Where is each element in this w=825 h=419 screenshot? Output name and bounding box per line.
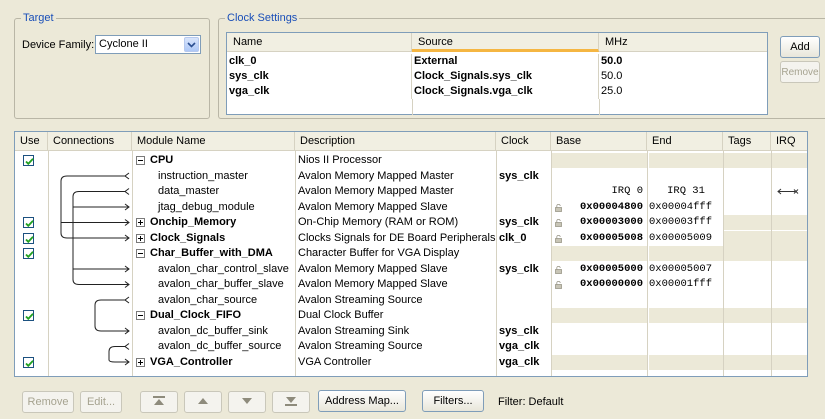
module-table: Use Connections Module Name Description … <box>14 131 808 377</box>
remove-clock-button[interactable]: Remove <box>780 61 820 83</box>
clock-source: External <box>412 54 599 69</box>
move-down-button[interactable] <box>228 391 266 413</box>
move-to-bottom-icon <box>284 396 298 409</box>
clock-col-source[interactable]: Source <box>412 33 599 52</box>
edit-module-button[interactable]: Edit... <box>80 391 122 413</box>
clock-source: Clock_Signals.sys_clk <box>412 69 599 84</box>
clock-mhz: 50.0 <box>601 55 623 67</box>
clock-col-name[interactable]: Name <box>227 33 412 52</box>
chevron-down-icon[interactable] <box>184 37 199 52</box>
address-map-button[interactable]: Address Map... <box>318 390 406 412</box>
move-to-top-icon <box>152 395 166 409</box>
device-family-select[interactable]: Cyclone II <box>95 35 201 54</box>
clock-name: vga_clk <box>227 84 412 99</box>
clock-mhz: 25.0 <box>601 85 623 97</box>
stream-connection <box>94 299 129 332</box>
remove-module-button[interactable]: Remove <box>22 391 74 413</box>
clock-row[interactable]: clk_0 External 50.0 <box>227 54 767 69</box>
move-to-top-button[interactable] <box>140 391 178 413</box>
master-port-mark <box>124 343 130 350</box>
connections-graph <box>60 172 130 366</box>
clock-mhz: 50.0 <box>601 70 623 82</box>
target-group: Target <box>14 12 210 119</box>
clock-name: sys_clk <box>227 69 412 84</box>
clock-settings-legend: Clock Settings <box>227 12 298 24</box>
move-to-bottom-button[interactable] <box>272 391 310 413</box>
move-down-icon <box>240 396 254 409</box>
filters-button[interactable]: Filters... <box>422 390 484 412</box>
device-family-label: Device Family: <box>22 39 95 51</box>
clock-row[interactable]: vga_clk Clock_Signals.vga_clk 25.0 <box>227 84 767 99</box>
master-port-mark <box>124 296 130 304</box>
move-up-icon <box>196 396 210 409</box>
clock-col-mhz[interactable]: MHz <box>599 33 769 52</box>
master-port-mark <box>124 172 130 180</box>
add-clock-button[interactable]: Add <box>780 36 820 58</box>
clock-row[interactable]: sys_clk Clock_Signals.sys_clk 50.0 <box>227 69 767 84</box>
master-port-mark <box>124 188 130 195</box>
clock-source: Clock_Signals.vga_clk <box>412 84 599 99</box>
clock-name: clk_0 <box>227 54 412 69</box>
move-up-button[interactable] <box>184 391 222 413</box>
clock-table: Name Source MHz clk_0 External 50.0 sys_… <box>226 32 768 115</box>
filter-status: Filter: Default <box>498 396 564 408</box>
clock-table-header: Name Source MHz <box>227 33 767 52</box>
device-family-value: Cyclone II <box>99 38 148 50</box>
target-legend: Target <box>23 12 54 24</box>
